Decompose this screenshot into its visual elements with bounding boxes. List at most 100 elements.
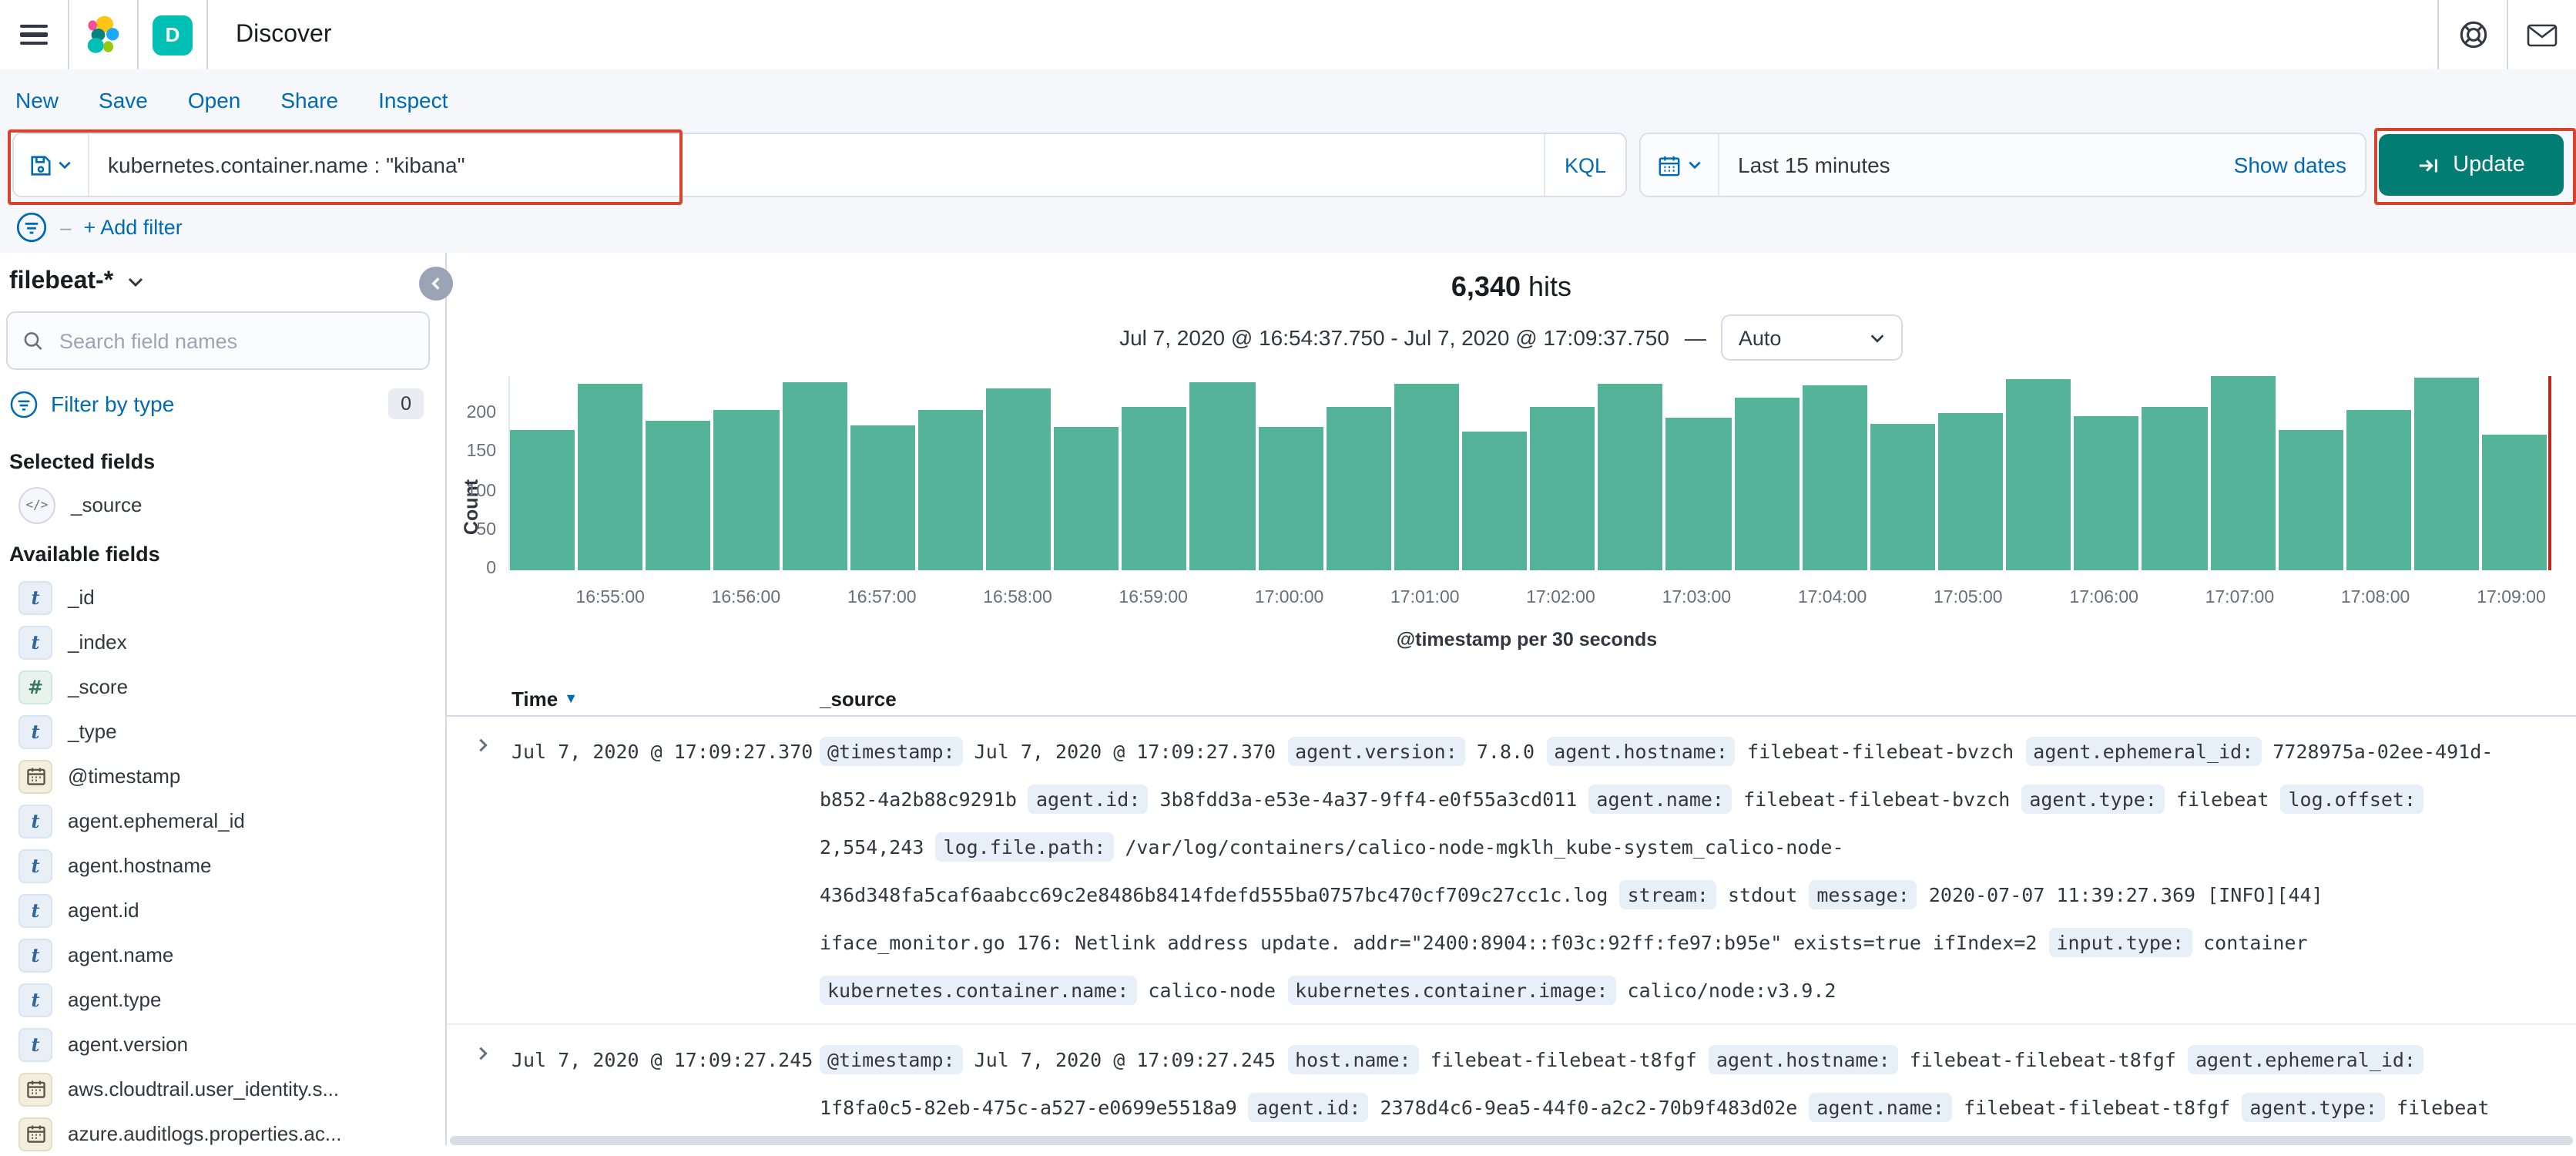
histogram-bar[interactable] <box>1054 426 1119 570</box>
string-field-icon: t <box>18 1027 52 1061</box>
field-name-chip[interactable]: host.name: <box>1287 1045 1419 1074</box>
add-filter-link[interactable]: + Add filter <box>83 215 182 238</box>
filter-by-type-button[interactable]: Filter by type 0 <box>6 370 430 435</box>
histogram-bar[interactable] <box>1461 432 1528 570</box>
field-item-agent.type[interactable]: t agent.type <box>6 977 430 1022</box>
histogram-bar[interactable] <box>782 381 847 570</box>
field-name-chip[interactable]: agent.name: <box>1809 1093 1952 1122</box>
collapse-sidebar-button[interactable] <box>419 267 453 301</box>
field-item-_index[interactable]: t _index <box>6 620 430 664</box>
x-axis-tick: 17:08:00 <box>2340 589 2410 607</box>
field-name-chip[interactable]: message: <box>1809 880 1917 909</box>
field-name-chip[interactable]: agent.id: <box>1028 785 1149 814</box>
histogram-bar[interactable] <box>1734 398 1800 570</box>
field-name-chip[interactable]: agent.version: <box>1287 737 1465 766</box>
update-button[interactable]: Update <box>2379 134 2564 196</box>
menu-icon[interactable] <box>0 0 68 69</box>
date-range-display[interactable]: Last 15 minutes Show dates <box>1719 134 2365 196</box>
histogram-bar[interactable] <box>2346 409 2411 570</box>
histogram-bar[interactable] <box>1665 418 1732 570</box>
field-name-chip[interactable]: agent.id: <box>1248 1093 1369 1122</box>
date-quick-select-button[interactable] <box>1641 134 1719 196</box>
histogram-bar[interactable] <box>985 388 1052 570</box>
field-item-_type[interactable]: t _type <box>6 709 430 754</box>
histogram-plot-area[interactable] <box>508 376 2551 570</box>
histogram-bar[interactable] <box>2074 416 2139 570</box>
field-item-azure.auditlogs.properties.ac...[interactable]: azure.auditlogs.properties.ac... <box>6 1111 430 1156</box>
field-item-_id[interactable]: t _id <box>6 575 430 620</box>
field-name-chip[interactable]: agent.name: <box>1588 785 1732 814</box>
field-item-agent.version[interactable]: t agent.version <box>6 1022 430 1067</box>
field-name-chip[interactable]: agent.hostname: <box>1546 737 1736 766</box>
number-field-icon: # <box>18 670 52 704</box>
histogram-bar[interactable] <box>1189 381 1256 570</box>
field-name-chip[interactable]: agent.ephemeral_id: <box>2025 737 2262 766</box>
discover-app-icon[interactable]: D <box>139 0 206 69</box>
histogram-bar[interactable] <box>1326 407 1391 570</box>
field-name-chip[interactable]: agent.hostname: <box>1708 1045 1898 1074</box>
histogram-bar[interactable] <box>1258 426 1323 570</box>
chevron-down-icon <box>1688 161 1700 170</box>
histogram-bar[interactable] <box>713 409 780 570</box>
histogram-bar[interactable] <box>1394 384 1459 570</box>
field-name-chip[interactable]: log.file.path: <box>935 832 1114 862</box>
histogram-bar[interactable] <box>2482 435 2547 570</box>
menu-item-save[interactable]: Save <box>99 87 148 112</box>
show-dates-link[interactable]: Show dates <box>2234 153 2346 177</box>
menu-item-new[interactable]: New <box>15 87 59 112</box>
field-name-chip[interactable]: stream: <box>1619 880 1716 909</box>
histogram-bar[interactable] <box>1122 407 1187 570</box>
histogram-bar[interactable] <box>2278 430 2343 570</box>
field-name-chip[interactable]: agent.type: <box>2021 785 2165 814</box>
histogram-bar[interactable] <box>1802 385 1867 570</box>
interval-select[interactable]: Auto <box>1721 314 1903 361</box>
saved-query-menu-button[interactable] <box>14 134 89 196</box>
field-name-chip[interactable]: input.type: <box>2048 928 2192 957</box>
mail-icon[interactable] <box>2508 0 2576 69</box>
histogram-bar[interactable] <box>1937 413 2004 570</box>
histogram-bar[interactable] <box>578 384 643 570</box>
filter-circle-icon[interactable] <box>15 210 48 243</box>
histogram-bar[interactable] <box>510 430 575 570</box>
menu-item-open[interactable]: Open <box>188 87 241 112</box>
help-icon[interactable] <box>2439 0 2507 69</box>
histogram-bar[interactable] <box>2006 378 2071 570</box>
expand-row-icon[interactable] <box>447 1036 512 1145</box>
field-name-chip[interactable]: @timestamp: <box>820 1045 963 1074</box>
query-language-button[interactable]: KQL <box>1544 134 1625 196</box>
chevron-left-icon <box>431 277 440 290</box>
menu-item-share[interactable]: Share <box>280 87 338 112</box>
histogram-bar[interactable] <box>2142 406 2208 570</box>
field-item-@timestamp[interactable]: @timestamp <box>6 754 430 798</box>
histogram-bar[interactable] <box>1598 384 1663 570</box>
field-item-_source[interactable]: </> _source <box>6 482 430 527</box>
field-name-chip[interactable]: @timestamp: <box>820 737 963 766</box>
expand-row-icon[interactable] <box>447 728 512 1014</box>
horizontal-scrollbar[interactable] <box>450 1136 2573 1145</box>
field-item-agent.id[interactable]: t agent.id <box>6 888 430 933</box>
query-input[interactable]: kubernetes.container.name : "kibana" <box>89 134 1544 196</box>
field-item-agent.hostname[interactable]: t agent.hostname <box>6 843 430 888</box>
field-item-aws.cloudtrail.user_identity.s...[interactable]: aws.cloudtrail.user_identity.s... <box>6 1067 430 1111</box>
elastic-logo[interactable] <box>69 0 137 69</box>
field-name-chip[interactable]: log.offset: <box>2280 785 2424 814</box>
histogram-bar[interactable] <box>850 425 915 570</box>
histogram-bar[interactable] <box>2210 376 2276 570</box>
field-name-chip[interactable]: kubernetes.container.image: <box>1287 976 1616 1005</box>
string-field-icon: t <box>18 849 52 882</box>
histogram-bar[interactable] <box>917 409 983 570</box>
histogram-bar[interactable] <box>1530 407 1595 570</box>
index-pattern-selector[interactable]: filebeat-* <box>6 265 430 311</box>
histogram-bar[interactable] <box>2413 378 2480 570</box>
menu-item-inspect[interactable]: Inspect <box>378 87 448 112</box>
field-name-chip[interactable]: agent.ephemeral_id: <box>2188 1045 2423 1074</box>
histogram-bar[interactable] <box>1870 424 1935 570</box>
histogram-bar[interactable] <box>646 420 711 570</box>
field-name-chip[interactable]: agent.type: <box>2242 1093 2385 1122</box>
field-name-chip[interactable]: kubernetes.container.name: <box>820 976 1137 1005</box>
field-item-agent.name[interactable]: t agent.name <box>6 933 430 977</box>
time-column-header[interactable]: Time ▼ <box>512 687 820 710</box>
field-search-input[interactable] <box>55 328 413 354</box>
field-item-agent.ephemeral_id[interactable]: t agent.ephemeral_id <box>6 798 430 843</box>
field-item-_score[interactable]: # _score <box>6 664 430 709</box>
